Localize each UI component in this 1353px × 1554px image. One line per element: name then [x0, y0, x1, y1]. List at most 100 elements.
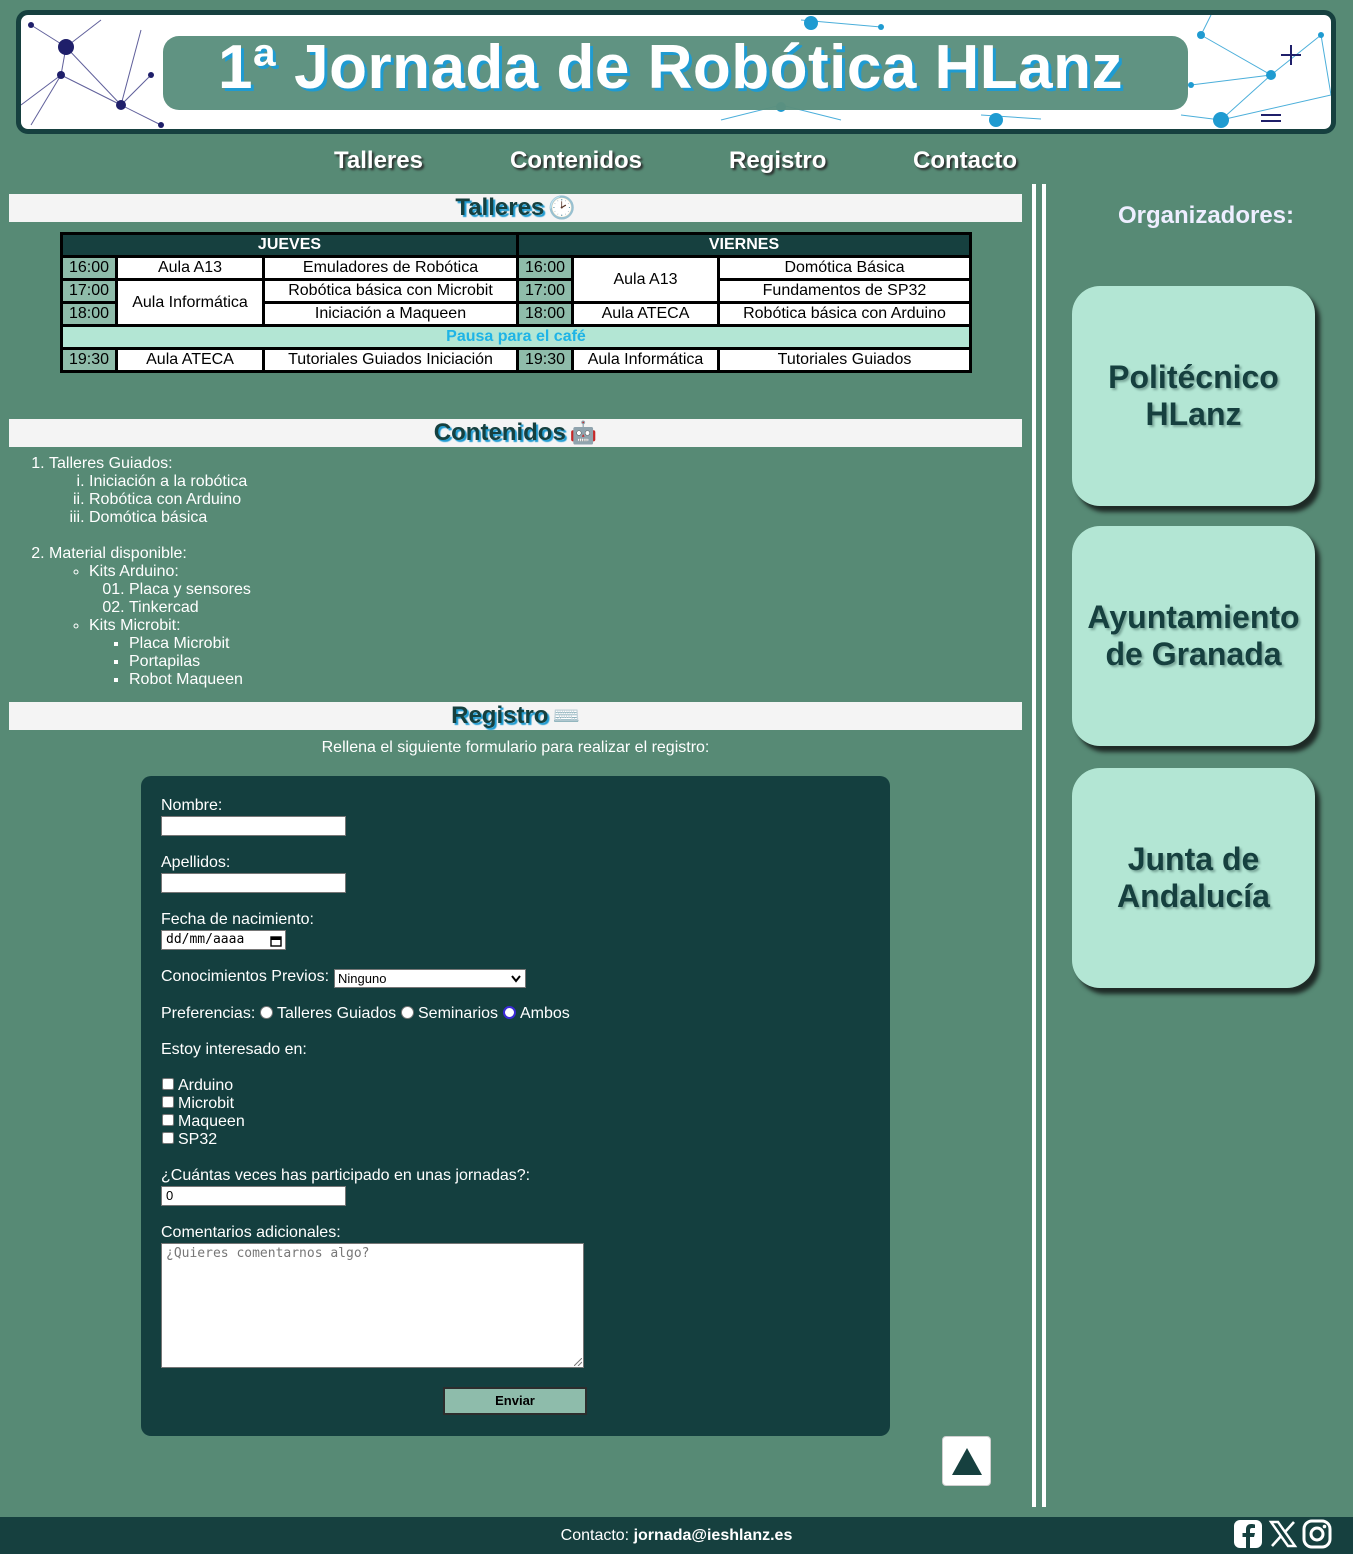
radio-label: Talleres Guiados: [277, 1005, 397, 1022]
list-item: Tinkercad: [129, 599, 251, 617]
list-item-label: Kits Arduino:: [89, 563, 179, 580]
section-header-contenidos: Contenidos 🤖: [9, 419, 1022, 447]
robot-icon: 🤖: [569, 420, 598, 445]
list-item: Material disponible: Kits Arduino: Placa…: [49, 545, 251, 689]
knowledge-select[interactable]: Ninguno: [334, 969, 526, 988]
list-item: Placa y sensores: [129, 581, 251, 599]
keyboard-icon: ⌨️: [552, 703, 580, 728]
list-item: Robot Maqueen: [129, 671, 251, 689]
list-item-label: Talleres Guiados:: [49, 455, 173, 472]
table-row: 16:00 Aula A13 Emuladores de Robótica 16…: [60, 255, 972, 304]
registration-intro: Rellena el siguiente formulario para rea…: [321, 739, 710, 756]
participations-label: ¿Cuántas veces has participado en unas j…: [161, 1167, 531, 1184]
room-cell: Aula ATECA: [571, 301, 720, 327]
surname-input[interactable]: [161, 873, 346, 893]
calendar-icon[interactable]: [270, 935, 282, 947]
workshop-cell: Tutoriales Guiados: [717, 347, 972, 373]
section-title: Registro: [451, 702, 549, 729]
section-header-talleres: Talleres 🕑: [9, 194, 1022, 222]
x-icon[interactable]: [1268, 1519, 1298, 1549]
workshop-cell: Robótica básica con Microbit: [262, 278, 519, 304]
nav-talleres[interactable]: Talleres: [334, 147, 423, 175]
workshop-cell: Fundamentos de SP32: [717, 278, 972, 304]
checkbox-arduino[interactable]: [162, 1078, 174, 1090]
footer-contact-label: Contacto:: [560, 1527, 630, 1544]
list-item-label: Kits Microbit:: [89, 617, 181, 634]
nav-contenidos[interactable]: Contenidos: [510, 147, 642, 175]
chevron-down-icon: [511, 975, 521, 983]
birthdate-label: Fecha de nacimiento:: [161, 911, 314, 928]
org-card-junta: Junta de Andalucía: [1072, 768, 1315, 988]
table-row: 17:00 Aula Informática Robótica básica c…: [60, 278, 972, 327]
room-cell: Aula ATECA: [115, 347, 265, 373]
divider: [1032, 184, 1036, 1507]
facebook-icon[interactable]: [1233, 1519, 1263, 1549]
contents-list: Talleres Guiados: Iniciación a la robóti…: [9, 455, 251, 689]
organizers-title: Organizadores:: [1117, 202, 1295, 229]
knowledge-label: Conocimientos Previos:: [161, 968, 330, 985]
checkbox-maqueen[interactable]: [162, 1114, 174, 1126]
radio-talleres-guiados[interactable]: [260, 1006, 273, 1019]
list-item: Iniciación a la robótica: [89, 473, 251, 491]
time-cell: 16:00: [60, 255, 118, 281]
time-cell: 17:00: [516, 278, 574, 304]
checkbox-microbit[interactable]: [162, 1096, 174, 1108]
org-card-politecnico: Politécnico HLanz: [1072, 286, 1315, 506]
pause-row: Pausa para el café: [60, 324, 972, 350]
list-item: Robótica con Arduino: [89, 491, 251, 509]
workshop-cell: Emuladores de Robótica: [262, 255, 519, 281]
workshop-cell: Robótica básica con Arduino: [717, 301, 972, 327]
comments-label: Comentarios adicionales:: [161, 1224, 341, 1241]
comments-placeholder: ¿Quieres comentarnos algo?: [166, 1246, 370, 1261]
room-cell: Aula Informática: [115, 278, 265, 327]
room-cell: Aula A13: [115, 255, 265, 281]
preferences-label: Preferencias:: [161, 1005, 256, 1022]
arrow-up-icon: [952, 1448, 982, 1475]
workshop-cell: Domótica Básica: [717, 255, 972, 281]
section-title: Contenidos: [433, 419, 566, 446]
comments-textarea[interactable]: ¿Quieres comentarnos algo?: [161, 1243, 584, 1368]
list-item: Kits Arduino: Placa y sensores Tinkercad: [89, 563, 251, 617]
time-cell: 18:00: [516, 301, 574, 327]
table-row: 19:30 Aula ATECA Tutoriales Guiados Inic…: [60, 347, 972, 373]
name-input[interactable]: [161, 816, 346, 836]
list-item: Domótica básica: [89, 509, 251, 527]
radio-seminarios[interactable]: [401, 1006, 414, 1019]
instagram-icon[interactable]: [1302, 1519, 1332, 1549]
interest-label: Estoy interesado en:: [161, 1041, 307, 1058]
day-header: VIERNES: [516, 232, 972, 258]
time-cell: 16:00: [516, 255, 574, 281]
org-card-ayuntamiento: Ayuntamiento de Granada: [1072, 526, 1315, 746]
list-item: Kits Microbit: Placa Microbit Portapilas…: [89, 617, 251, 689]
knowledge-value: Ninguno: [338, 971, 387, 986]
divider: [1042, 184, 1046, 1507]
room-cell: Aula A13: [571, 255, 720, 304]
list-item: Portapilas: [129, 653, 251, 671]
room-cell: Aula Informática: [571, 347, 720, 373]
schedule-table: JUEVES VIERNES 16:00 Aula A13 Emuladores…: [60, 232, 972, 373]
time-cell: 19:30: [60, 347, 118, 373]
section-header-registro: Registro ⌨️: [9, 702, 1022, 730]
workshop-cell: Tutoriales Guiados Iniciación: [262, 347, 519, 373]
resize-handle-icon[interactable]: [574, 1358, 582, 1366]
day-header: JUEVES: [60, 232, 519, 258]
checkbox-label: Maqueen: [178, 1113, 245, 1130]
checkbox-label: SP32: [178, 1131, 218, 1148]
footer: Contacto: jornada@ieshlanz.es: [0, 1517, 1353, 1554]
checkbox-label: Microbit: [178, 1095, 235, 1112]
time-cell: 18:00: [60, 301, 118, 327]
birthdate-input[interactable]: dd/mm/aaaa: [161, 930, 286, 950]
footer-email-link[interactable]: jornada@ieshlanz.es: [634, 1527, 793, 1544]
participations-input[interactable]: 0: [161, 1186, 346, 1206]
radio-label: Ambos: [520, 1005, 570, 1022]
nav-contacto[interactable]: Contacto: [913, 147, 1017, 175]
back-to-top-button[interactable]: [942, 1436, 991, 1486]
list-item: Talleres Guiados: Iniciación a la robóti…: [49, 455, 251, 545]
checkbox-sp32[interactable]: [162, 1132, 174, 1144]
time-cell: 19:30: [516, 347, 574, 373]
page-title: 1ª Jornada de Robótica HLanz: [217, 33, 1124, 102]
radio-ambos[interactable]: [503, 1006, 516, 1019]
nav-registro[interactable]: Registro: [729, 147, 826, 175]
radio-label: Seminarios: [418, 1005, 499, 1022]
submit-button[interactable]: Enviar: [443, 1387, 587, 1415]
